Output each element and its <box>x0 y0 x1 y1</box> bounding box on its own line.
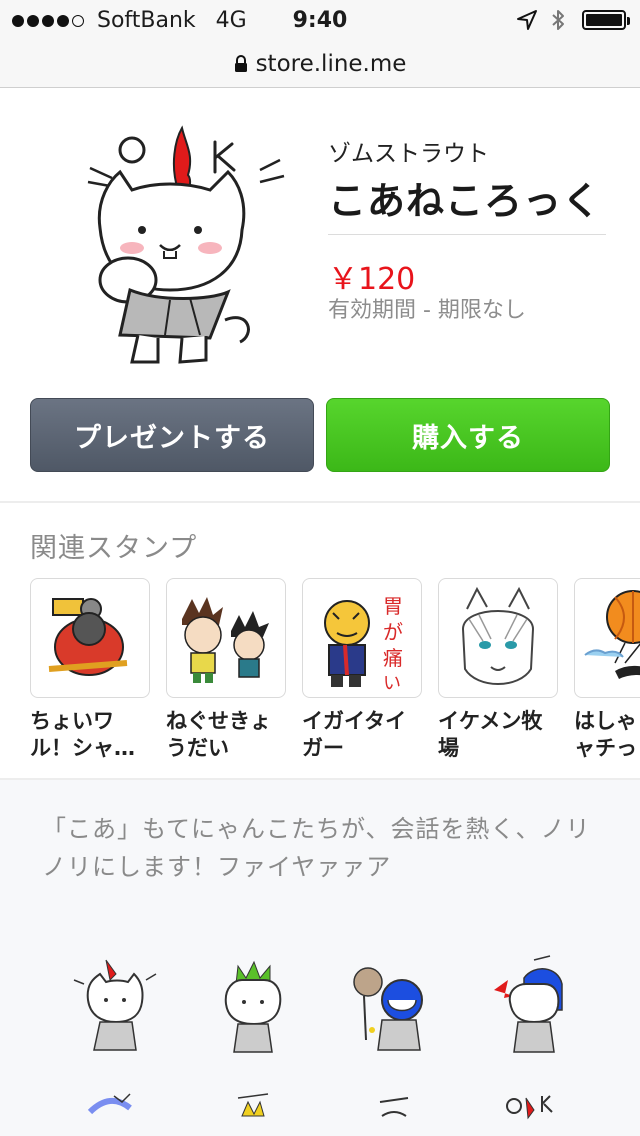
related-item[interactable]: 胃 が 痛 い イガイタイ ガー <box>302 578 422 762</box>
location-arrow-icon <box>517 10 537 30</box>
bluetooth-icon <box>552 10 564 30</box>
url-bar[interactable]: store.line.me <box>0 40 640 88</box>
url-text: store.line.me <box>255 50 407 77</box>
info-divider <box>328 234 606 235</box>
svg-text:胃: 胃 <box>383 594 403 618</box>
sticker-preview[interactable] <box>336 1082 446 1136</box>
sticker-preview[interactable] <box>198 950 308 1060</box>
status-bar: SoftBank 4G 9:40 <box>0 0 640 40</box>
description-area: 「こあ」もてにゃんこたちが、会話を熱く、ノリノリにします！ファイヤァァア <box>0 780 640 1136</box>
svg-text:い: い <box>383 673 401 694</box>
related-thumbnail[interactable] <box>30 578 150 698</box>
product-description: 「こあ」もてにゃんこたちが、会話を熱く、ノリノリにします！ファイヤァァア <box>42 815 591 881</box>
author-name[interactable]: ゾムストラウト <box>328 134 489 168</box>
svg-text:痛: 痛 <box>383 646 403 670</box>
buy-button[interactable]: 購入する <box>326 398 610 472</box>
main-sticker-image <box>87 125 285 364</box>
sticker-preview[interactable] <box>474 1082 584 1136</box>
svg-text:が: が <box>383 620 403 644</box>
related-item[interactable]: イケメン牧 場 <box>438 578 558 762</box>
battery-icon <box>582 10 630 30</box>
status-right <box>516 8 630 32</box>
related-item[interactable]: ねぐせきょ うだい <box>166 578 286 762</box>
sticker-preview[interactable] <box>474 950 584 1060</box>
related-item-name: はしゃ ャチっ <box>574 709 637 760</box>
sticker-preview[interactable] <box>60 1082 170 1136</box>
product-section: ゾムストラウト こあねころっく ￥120 有効期間 - 期限なし プレゼントする… <box>0 88 640 500</box>
sticker-preview[interactable] <box>198 1082 308 1136</box>
related-thumbnail[interactable] <box>574 578 640 698</box>
related-item-name: イガイタイ ガー <box>302 709 407 760</box>
related-item-name: ねぐせきょ うだい <box>166 709 271 760</box>
related-thumbnail[interactable]: 胃 が 痛 い <box>302 578 422 698</box>
product-title: こあねころっく <box>328 179 602 223</box>
related-thumbnail[interactable] <box>166 578 286 698</box>
related-thumbnail[interactable] <box>438 578 558 698</box>
present-button[interactable]: プレゼントする <box>30 398 314 472</box>
related-item-name: ちょいワ ル！シャ… <box>30 709 135 760</box>
related-stickers-heading: 関連スタンプ <box>30 533 198 564</box>
related-item-name: イケメン牧 場 <box>438 709 543 760</box>
sticker-preview-grid <box>60 950 620 1136</box>
related-stickers-list[interactable]: ちょいワ ル！シャ… ねぐせきょ うだい 胃 が 痛 い イガイタイ ガー イケ… <box>30 578 640 778</box>
sticker-preview[interactable] <box>336 950 446 1060</box>
related-item[interactable]: ちょいワ ル！シャ… <box>30 578 150 762</box>
section-divider <box>0 501 640 503</box>
lock-icon <box>234 54 247 72</box>
validity-text: 有効期間 - 期限なし <box>328 298 526 323</box>
related-item[interactable]: はしゃ ャチっ <box>574 578 640 762</box>
sticker-preview[interactable] <box>60 950 170 1060</box>
